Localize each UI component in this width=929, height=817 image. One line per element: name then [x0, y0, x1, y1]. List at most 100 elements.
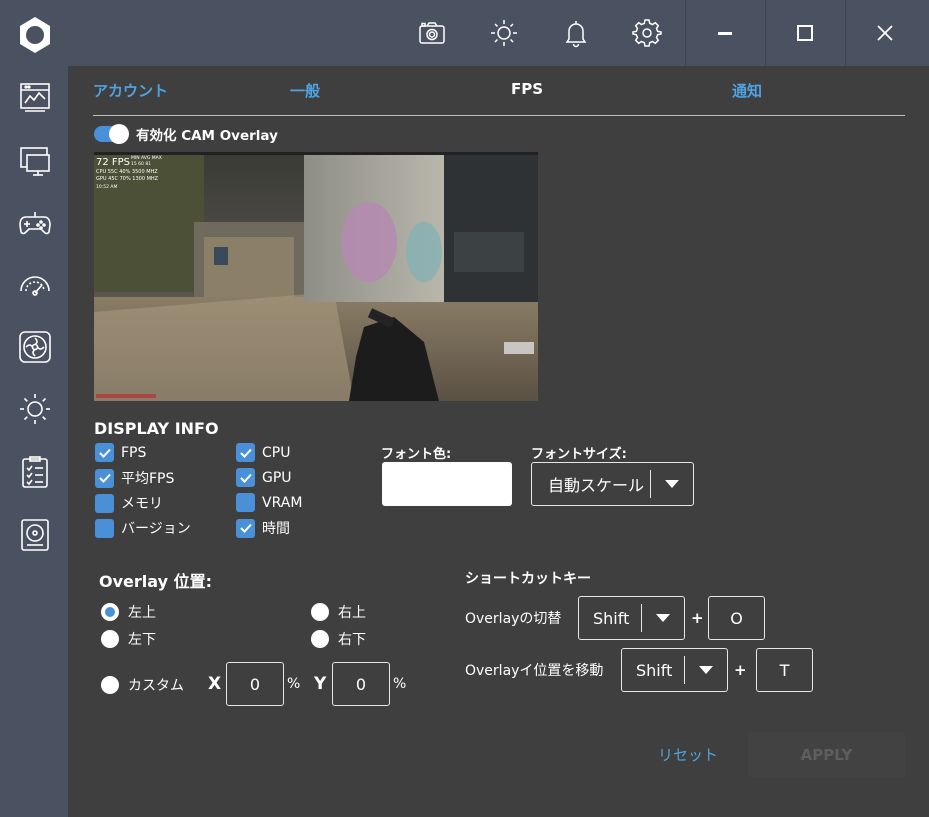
checkbox-memory[interactable] [95, 493, 114, 513]
x-position-input[interactable]: 0 [226, 662, 284, 706]
sidebar-item-games[interactable] [14, 202, 56, 244]
overlay-enable-toggle[interactable] [94, 124, 129, 144]
y-unit-label: % [393, 676, 407, 692]
preview-gpu-row: GPU 45C 70% 1300 MHZ [96, 176, 159, 182]
sidebar-item-tasks[interactable] [14, 451, 56, 493]
clipboard-icon [22, 456, 48, 488]
font-color-label: フォント色: [381, 447, 452, 462]
screenshot-button[interactable] [412, 13, 452, 53]
reset-button[interactable]: リセット [658, 744, 718, 765]
checkbox-time-label: 時間 [262, 521, 290, 537]
sidebar-item-dashboard[interactable] [14, 76, 56, 118]
maximize-button[interactable] [765, 0, 845, 66]
radio-top-left-label: 左上 [128, 605, 156, 621]
checkbox-gpu[interactable] [236, 468, 255, 487]
checkmark-icon [98, 473, 111, 483]
chevron-down-icon [685, 666, 727, 674]
checkbox-vram-row: VRAM [236, 493, 302, 512]
shortcut-toggle-label: Overlayの切替 [465, 611, 562, 627]
checkbox-memory-label: メモリ [121, 496, 163, 512]
fps-settings-panel: アカウント 一般 FPS 通知 有効化 CAM Overlay 72 FPS M… [68, 66, 929, 817]
radio-bottom-right[interactable] [311, 630, 329, 648]
tab-account[interactable]: アカウント [93, 80, 168, 101]
shortcut-move-modifier-select[interactable]: Shift [621, 648, 728, 692]
radio-bottom-left-label: 左下 [128, 632, 156, 648]
checkbox-vram-label: VRAM [262, 494, 303, 511]
shortcut-toggle-modifier-select[interactable]: Shift [578, 596, 685, 640]
sidebar-item-fan[interactable] [14, 326, 56, 368]
shortcut-keys-title: ショートカットキー [465, 571, 591, 587]
checkbox-time-row: 時間 [236, 518, 290, 538]
radio-custom-label: カスタム [128, 678, 184, 694]
minimize-icon [718, 32, 732, 35]
radio-bottom-left[interactable] [101, 630, 119, 648]
plus-sign: + [691, 609, 704, 627]
checkbox-version[interactable] [95, 518, 114, 538]
font-size-value: 自動スケール [548, 476, 645, 495]
bell-icon [565, 21, 587, 48]
sidebar [0, 0, 68, 817]
sidebar-item-storage[interactable] [14, 514, 56, 556]
radio-top-left[interactable] [101, 603, 119, 621]
display-info-title: DISPLAY INFO [94, 419, 219, 438]
speedometer-icon [20, 276, 50, 296]
checkbox-cpu-label: CPU [262, 444, 291, 461]
shortcut-toggle-modifier-value: Shift [593, 608, 630, 628]
disk-icon [21, 519, 49, 551]
font-size-select[interactable]: 自動スケール [531, 462, 694, 506]
overlay-preview-image: 72 FPS MIN AVG MAX 15 60 81 CPU 55C 40% … [94, 152, 538, 401]
radio-custom-row: カスタム [101, 675, 184, 695]
apply-button[interactable]: APPLY [748, 732, 905, 777]
radio-bottom-right-row: 右下 [311, 629, 366, 649]
close-button[interactable] [845, 0, 925, 66]
shortcut-move-modifier-value: Shift [636, 660, 673, 680]
checkbox-cpu[interactable] [236, 443, 255, 462]
shortcut-toggle-key-input[interactable]: O [708, 596, 765, 640]
radio-top-right[interactable] [311, 603, 329, 621]
settings-button[interactable] [627, 13, 667, 53]
checkbox-vram[interactable] [236, 493, 255, 512]
sidebar-item-performance[interactable] [14, 264, 56, 306]
preview-stats-values: 15 60 81 [131, 161, 151, 167]
brightness-icon [491, 20, 517, 46]
font-color-picker[interactable] [382, 462, 512, 506]
y-position-input[interactable]: 0 [332, 662, 390, 706]
checkmark-icon [239, 473, 252, 483]
tab-general[interactable]: 一般 [290, 80, 320, 101]
tab-notifications[interactable]: 通知 [732, 80, 762, 101]
preview-stats-header: MIN AVG MAX [131, 155, 162, 161]
preview-cpu-row: CPU 55C 40% 3500 MHZ [96, 169, 158, 175]
chevron-down-icon [651, 480, 693, 488]
app-logo-icon [14, 14, 56, 56]
checkbox-gpu-label: GPU [262, 469, 292, 486]
dashboard-icon [20, 83, 50, 112]
minimize-button[interactable] [685, 0, 765, 66]
radio-top-right-label: 右上 [338, 605, 366, 621]
lighting-button[interactable] [484, 13, 524, 53]
notifications-button[interactable] [556, 13, 596, 53]
maximize-icon [797, 25, 813, 41]
checkmark-icon [98, 448, 111, 458]
overlay-toggle-label: 有効化 CAM Overlay [136, 128, 278, 144]
shortcut-move-key-input[interactable]: T [756, 648, 813, 692]
radio-custom[interactable] [101, 676, 119, 694]
x-unit-label: % [287, 676, 301, 692]
overlay-position-title: Overlay 位置: [99, 572, 212, 591]
checkbox-fps[interactable] [95, 443, 114, 462]
checkbox-time[interactable] [236, 518, 255, 538]
x-axis-label: X [208, 674, 222, 694]
radio-top-right-row: 右上 [311, 602, 366, 622]
shortcut-move-label: Overlayイ位置を移動 [465, 663, 604, 679]
checkbox-version-label: バージョン [121, 521, 191, 537]
checkbox-cpu-row: CPU [236, 443, 290, 462]
tab-fps[interactable]: FPS [511, 80, 543, 98]
checkbox-avg-fps[interactable] [95, 468, 114, 488]
preview-fps-text: 72 FPS [96, 157, 130, 168]
chevron-down-icon [642, 614, 684, 622]
sidebar-item-lighting[interactable] [14, 388, 56, 430]
settings-tabs: アカウント 一般 FPS 通知 [93, 66, 905, 116]
gear-icon [632, 19, 662, 47]
overlay-toggle-row: 有効化 CAM Overlay [94, 124, 278, 144]
sidebar-item-monitor[interactable] [14, 140, 56, 182]
gamepad-icon [19, 212, 51, 235]
